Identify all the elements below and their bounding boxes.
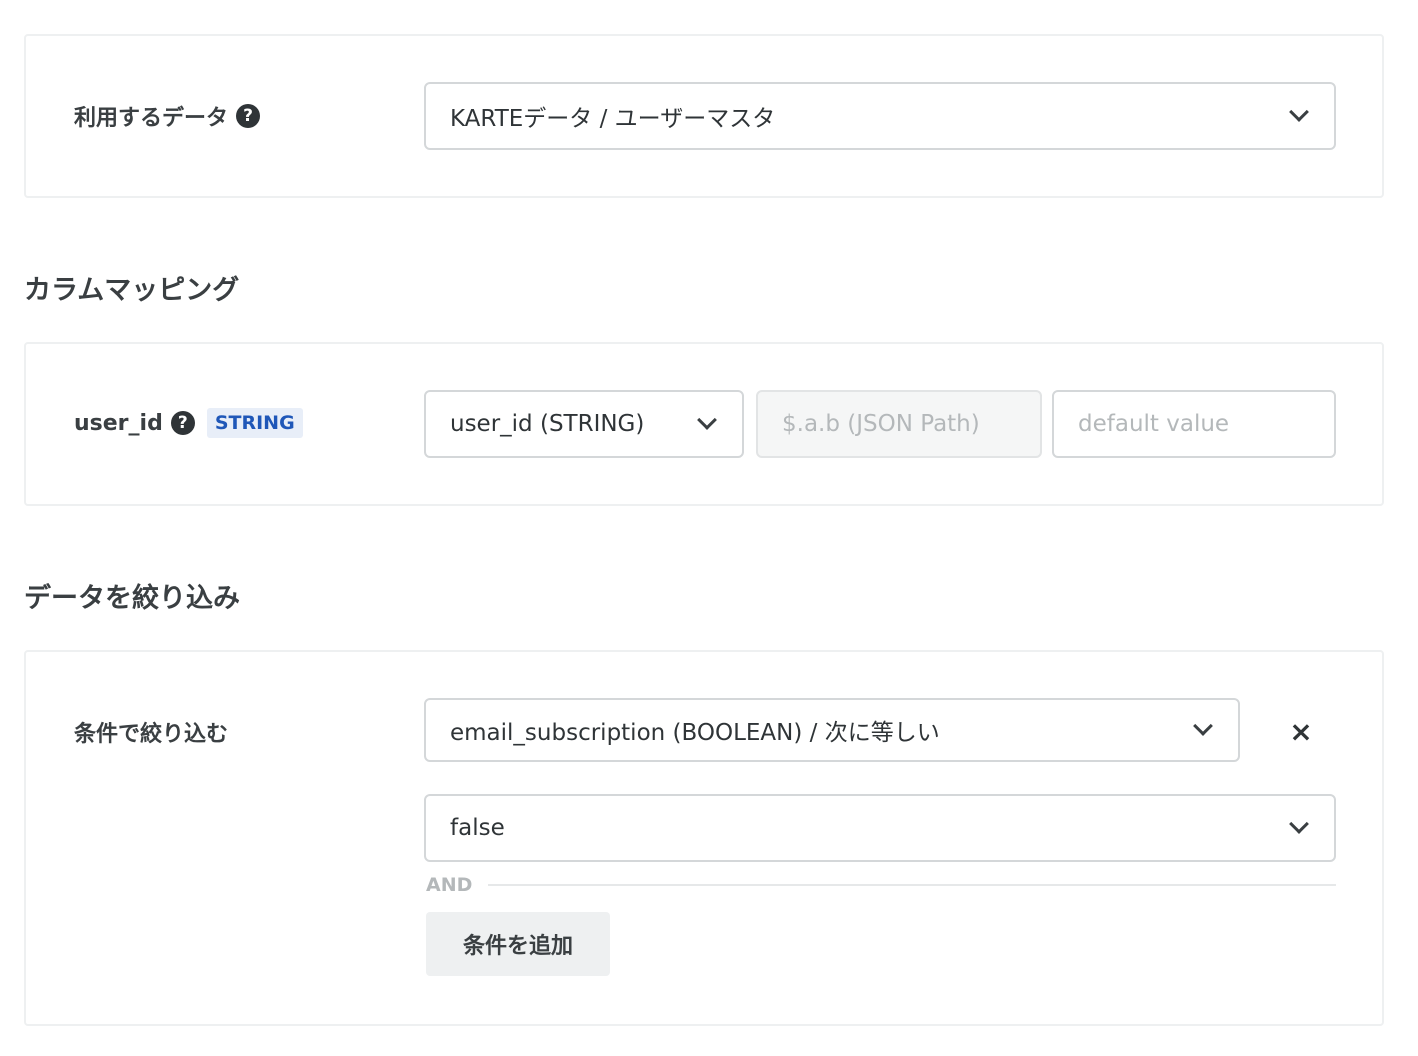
remove-condition-icon[interactable]: × [1286,715,1316,748]
default-value-placeholder: default value [1078,411,1230,437]
filter-title: データを絞り込み [24,583,240,614]
data-source-select-value: KARTEデータ / ユーザーマスタ [450,106,776,132]
help-icon[interactable]: ? [170,411,195,435]
and-divider: AND [426,874,1336,896]
source-column-select-value: user_id (STRING) [450,411,645,437]
data-source-label-row: 利用するデータ ? [74,100,261,132]
data-source-select[interactable]: KARTEデータ / ユーザーマスタ [424,82,1336,150]
type-badge: STRING [206,408,303,438]
data-source-label: 利用するデータ [74,106,229,131]
chevron-down-icon [697,410,717,430]
add-condition-button[interactable]: 条件を追加 [426,912,610,976]
column-mapping-title: カラムマッピング [24,275,240,306]
filter-label-row: 条件で絞り込む [74,716,228,748]
filter-condition-value: email_subscription (BOOLEAN) / 次に等しい [450,720,940,746]
divider-line [488,884,1336,886]
chevron-down-icon [1289,814,1309,834]
filter-value: false [450,815,505,841]
field-name-label: user_id [74,410,163,436]
data-source-card: 利用するデータ ? KARTEデータ / ユーザーマスタ [24,34,1384,198]
json-path-input[interactable]: $.a.b (JSON Path) [756,390,1042,458]
filter-card: 条件で絞り込む email_subscription (BOOLEAN) / 次… [24,650,1384,1026]
and-label: AND [426,874,473,896]
column-mapping-label-row: user_id ? STRING [74,408,303,438]
chevron-down-icon [1193,716,1213,736]
filter-label: 条件で絞り込む [74,722,229,747]
filter-condition-select[interactable]: email_subscription (BOOLEAN) / 次に等しい [424,698,1240,762]
source-column-select[interactable]: user_id (STRING) [424,390,744,458]
column-mapping-card: user_id ? STRING user_id (STRING) $.a.b … [24,342,1384,506]
help-icon[interactable]: ? [236,104,261,128]
chevron-down-icon [1289,102,1309,122]
filter-value-select[interactable]: false [424,794,1336,862]
json-path-placeholder: $.a.b (JSON Path) [782,411,980,437]
default-value-input[interactable]: default value [1052,390,1336,458]
